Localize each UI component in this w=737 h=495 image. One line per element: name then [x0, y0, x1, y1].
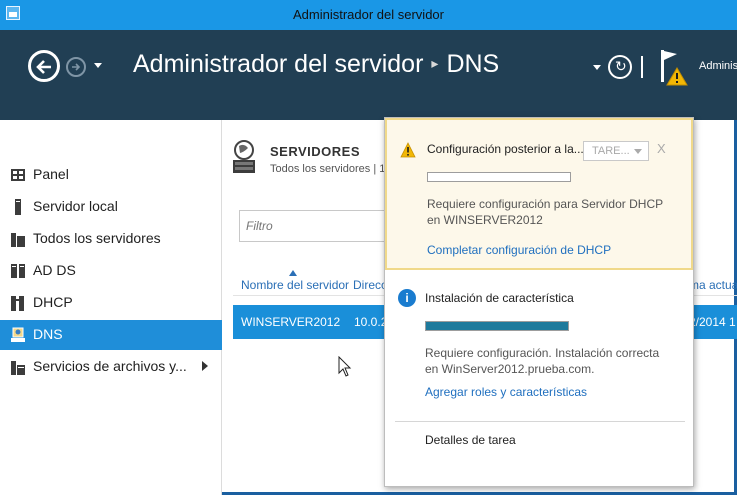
- sidebar-item-label: AD DS: [33, 262, 76, 278]
- window-titlebar: Administrador del servidor: [0, 0, 737, 30]
- notifications-popup: Configuración posterior a la... TARE... …: [384, 117, 694, 487]
- dns-icon: [11, 327, 25, 342]
- refresh-button[interactable]: ↻: [608, 55, 632, 79]
- notification-description: Requiere configuración. Instalación corr…: [425, 346, 660, 376]
- sidebar-item-label: DNS: [33, 326, 63, 342]
- progress-fill: [426, 322, 568, 330]
- file-services-icon: [11, 361, 25, 375]
- sidebar-item-label: Todos los servidores: [33, 230, 161, 246]
- notification-description: Requiere configuración para Servidor DHC…: [427, 197, 663, 227]
- servers-globe-icon: [233, 140, 255, 173]
- forward-arrow-icon: [72, 63, 81, 71]
- progress-bar-feature-install: [425, 321, 569, 331]
- row-last-update: 2/2014 1: [689, 315, 736, 329]
- sidebar-item-label: DHCP: [33, 294, 73, 310]
- sidebar-item-ad-ds[interactable]: AD DS: [0, 256, 222, 286]
- local-server-icon: [15, 199, 21, 215]
- complete-dhcp-config-link[interactable]: Completar configuración de DHCP: [427, 243, 611, 257]
- header-divider: [641, 56, 643, 78]
- forward-button[interactable]: [66, 57, 86, 77]
- add-roles-features-link[interactable]: Agregar roles y características: [425, 385, 587, 399]
- sidebar-item-label: Panel: [33, 166, 69, 182]
- warning-icon: [400, 142, 416, 158]
- column-last-update[interactable]: ma actuali: [689, 278, 737, 292]
- servers-icon: [11, 233, 25, 247]
- breadcrumb-root[interactable]: Administrador del servidor: [133, 50, 423, 78]
- history-dropdown-icon[interactable]: [93, 62, 103, 70]
- tasks-label: TARE...: [592, 145, 630, 157]
- window-title: Administrador del servidor: [292, 7, 444, 22]
- sidebar-item-panel[interactable]: Panel: [0, 160, 222, 190]
- chevron-down-icon: [634, 149, 642, 154]
- sidebar: Panel Servidor local Todos los servidore…: [0, 120, 222, 495]
- sidebar-item-label: Servidor local: [33, 198, 118, 214]
- ad-ds-icon: [11, 264, 25, 278]
- back-arrow-icon: [36, 60, 51, 74]
- close-icon[interactable]: X: [657, 141, 671, 156]
- refresh-icon: ↻: [615, 58, 627, 74]
- row-server-name: WINSERVER2012: [241, 315, 341, 329]
- refresh-dropdown-icon[interactable]: [592, 64, 602, 72]
- notification-title: Instalación de característica: [425, 291, 574, 305]
- breadcrumb-current: DNS: [446, 50, 500, 78]
- breadcrumb: Administrador del servidor ▸ DNS: [133, 50, 499, 79]
- mouse-cursor-icon: [338, 356, 352, 377]
- chevron-right-icon[interactable]: [202, 361, 208, 371]
- dashboard-icon: [11, 169, 25, 181]
- notification-title: Configuración posterior a la...: [427, 142, 584, 156]
- servers-subtitle[interactable]: Todos los servidores | 1: [270, 163, 385, 175]
- sidebar-item-label: Servicios de archivos y...: [33, 358, 187, 374]
- header-bar: Administrador del servidor ▸ DNS ↻ Adminis…: [0, 30, 737, 120]
- sidebar-item-dns[interactable]: DNS: [0, 320, 222, 350]
- sidebar-item-dhcp[interactable]: DHCP: [0, 288, 222, 318]
- task-details-section: Detalles de tarea: [385, 403, 693, 483]
- sidebar-item-all-servers[interactable]: Todos los servidores: [0, 224, 222, 254]
- header-admin-label[interactable]: Administ: [699, 60, 737, 72]
- column-server-name[interactable]: Nombre del servidor: [241, 278, 349, 292]
- sort-ascending-icon: [289, 270, 297, 276]
- tasks-dropdown[interactable]: TARE...: [583, 141, 649, 161]
- sidebar-item-local-server[interactable]: Servidor local: [0, 192, 222, 222]
- servers-title: SERVIDORES: [270, 144, 361, 159]
- task-details-link[interactable]: Detalles de tarea: [425, 433, 516, 447]
- notification-feature-install: i Instalación de característica Requiere…: [385, 273, 693, 403]
- notification-post-config: Configuración posterior a la... TARE... …: [385, 118, 693, 270]
- dhcp-icon: [11, 296, 24, 311]
- progress-bar-post-config: [427, 172, 571, 182]
- back-button[interactable]: [28, 50, 60, 82]
- sidebar-item-file-services[interactable]: Servicios de archivos y...: [0, 352, 222, 382]
- breadcrumb-separator-icon: ▸: [431, 55, 439, 71]
- info-icon: i: [398, 289, 416, 307]
- notifications-flag-icon[interactable]: [657, 48, 689, 86]
